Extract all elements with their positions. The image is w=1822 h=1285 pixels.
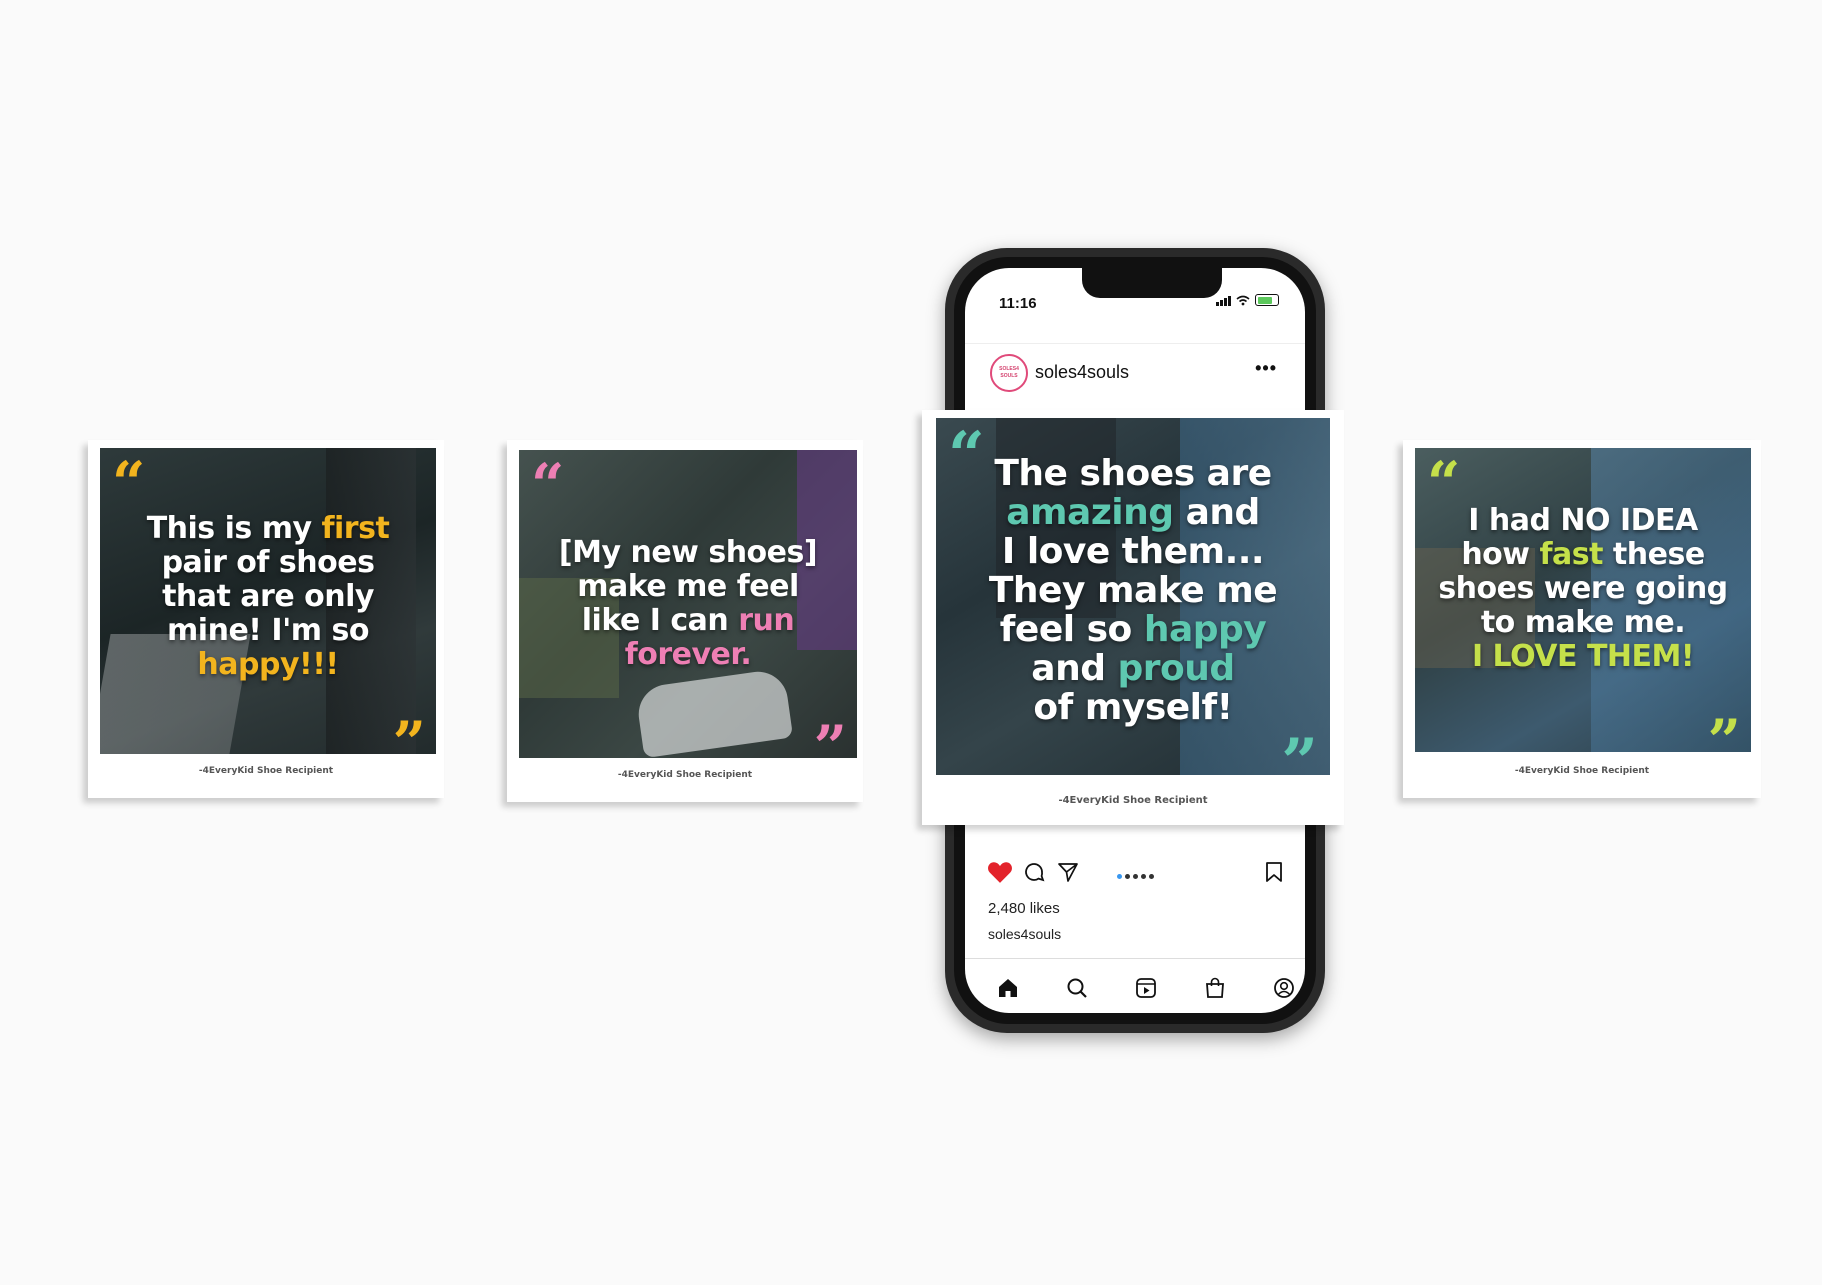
quote-segment: I love them... (1001, 531, 1265, 572)
open-quote-icon: “ (531, 451, 565, 519)
battery-icon (1255, 294, 1279, 306)
quote-line: I had NO IDEA (1415, 504, 1751, 538)
home-icon[interactable] (997, 977, 1019, 999)
signal-icon (1216, 296, 1231, 306)
post-actions (965, 852, 1305, 892)
phone-notch (1082, 268, 1222, 298)
close-quote-icon: ” (1281, 725, 1318, 776)
quote-line: The shoes are (936, 454, 1330, 493)
profile-icon[interactable] (1273, 977, 1295, 999)
quote-highlight: happy (1143, 609, 1267, 650)
avatar[interactable]: SOLES4 SOULS (990, 354, 1028, 392)
quote-line: make me feel (519, 570, 857, 604)
quote-segment: The shoes are (994, 453, 1272, 494)
quote-text-4: I had NO IDEA how fast these shoes were go… (1415, 504, 1751, 674)
quote-line: to make me. (1415, 606, 1751, 640)
bookmark-icon[interactable] (1265, 861, 1283, 883)
quote-photo-4: “ I had NO IDEA how fast these shoes were … (1415, 448, 1751, 752)
post-owner[interactable]: soles4souls (988, 926, 1061, 942)
quote-card-3: “ The shoes are amazing and I love them...… (922, 410, 1344, 825)
quote-photo-3: “ The shoes are amazing and I love them...… (936, 418, 1330, 775)
quote-line: forever. (519, 638, 857, 672)
post-header: SOLES4 SOULS soles4souls ••• (965, 343, 1305, 394)
quote-text-3: The shoes are amazing and I love them... Th… (936, 454, 1330, 727)
quote-photo-1: “ This is my first pair of shoes that are … (100, 448, 436, 754)
quote-highlight: fast (1539, 537, 1603, 572)
search-icon[interactable] (1066, 977, 1088, 999)
post-username[interactable]: soles4souls (1035, 362, 1129, 383)
quote-segment: This is my (146, 511, 322, 546)
quote-highlight: run (738, 603, 795, 638)
status-icons (1216, 294, 1279, 306)
quote-segment: pair of shoes (161, 545, 375, 580)
like-count[interactable]: 2,480 likes (988, 900, 1060, 917)
quote-line: that are only (100, 580, 436, 614)
quote-segment: I had NO IDEA (1468, 503, 1698, 538)
quote-segment: these (1602, 537, 1705, 572)
shop-icon[interactable] (1204, 977, 1226, 999)
quote-line: of myself! (936, 688, 1330, 727)
quote-segment: to make me. (1480, 605, 1686, 640)
quote-highlight: forever. (624, 637, 752, 672)
quote-line: how fast these (1415, 538, 1751, 572)
quote-segment: shoes were going (1438, 571, 1728, 606)
close-quote-icon: ” (392, 709, 426, 754)
quote-line: mine! I'm so (100, 614, 436, 648)
reels-icon[interactable] (1135, 977, 1157, 999)
quote-text-2: [My new shoes] make me feel like I can run… (519, 536, 857, 672)
carousel-indicator (965, 866, 1305, 884)
quote-segment: and (1173, 492, 1261, 533)
quote-line: amazing and (936, 493, 1330, 532)
quote-segment: how (1461, 537, 1540, 572)
quote-segment: feel so (999, 609, 1144, 650)
quote-segment: that are only (162, 579, 374, 614)
quote-highlight: amazing (1006, 492, 1174, 533)
card-caption-2: -4EveryKid Shoe Recipient (617, 770, 753, 780)
bottom-tab-bar (965, 958, 1305, 1013)
quote-line: happy!!! (100, 648, 436, 682)
quote-highlight: I LOVE THEM! (1471, 639, 1695, 674)
quote-line: like I can run (519, 604, 857, 638)
quote-highlight: first (321, 511, 390, 546)
quote-highlight: proud (1117, 648, 1236, 689)
quote-line: and proud (936, 649, 1330, 688)
quote-photo-2: “ [My new shoes] make me feel like I can r… (519, 450, 857, 758)
quote-card-2: “ [My new shoes] make me feel like I can r… (507, 440, 863, 802)
quote-line: shoes were going (1415, 572, 1751, 606)
quote-line: pair of shoes (100, 546, 436, 580)
quote-segment: and (1031, 648, 1118, 689)
quote-line: This is my first (100, 512, 436, 546)
quote-text-1: This is my first pair of shoes that are on… (100, 512, 436, 682)
quote-line: feel so happy (936, 610, 1330, 649)
open-quote-icon: “ (112, 449, 146, 517)
quote-line: I LOVE THEM! (1415, 640, 1751, 674)
more-options-icon[interactable]: ••• (1255, 358, 1277, 379)
quote-segment: mine! I'm so (167, 613, 369, 648)
quote-segment: They make me (988, 570, 1278, 611)
quote-segment: like I can (581, 603, 739, 638)
quote-line: They make me (936, 571, 1330, 610)
card-caption-3: -4EveryKid Shoe Recipient (1058, 795, 1208, 806)
card-caption-1: -4EveryKid Shoe Recipient (198, 766, 334, 776)
quote-segment: of myself! (1033, 687, 1233, 728)
quote-card-1: “ This is my first pair of shoes that are … (88, 440, 444, 798)
quote-line: I love them... (936, 532, 1330, 571)
card-caption-4: -4EveryKid Shoe Recipient (1514, 766, 1650, 776)
close-quote-icon: ” (813, 713, 847, 758)
quote-segment: make me feel (577, 569, 799, 604)
close-quote-icon: ” (1707, 707, 1741, 752)
status-time: 11:16 (999, 295, 1037, 312)
quote-line: [My new shoes] (519, 536, 857, 570)
quote-card-4: “ I had NO IDEA how fast these shoes were … (1403, 440, 1761, 798)
quote-highlight: happy!!! (197, 647, 339, 682)
wifi-icon (1236, 295, 1250, 306)
quote-segment: [My new shoes] (558, 535, 818, 570)
